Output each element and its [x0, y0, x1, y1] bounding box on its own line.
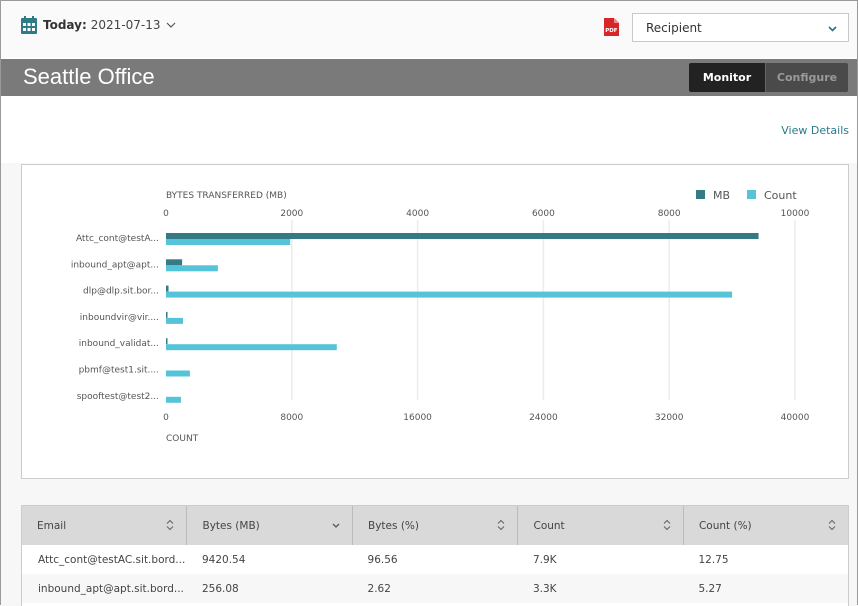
- sort-icon: [498, 519, 505, 531]
- bottom-axis-tick-label: 16000: [403, 413, 432, 423]
- sort-icon: [167, 519, 174, 531]
- column-header-label: Count: [533, 519, 565, 532]
- tab-configure[interactable]: Configure: [765, 63, 848, 92]
- tab-monitor[interactable]: Monitor: [689, 63, 765, 92]
- table-row[interactable]: Attc_cont@testAC.sit.bord... 9420.54 96.56…: [22, 545, 848, 574]
- main-content: View Details 0 2000 4000 6000 8000 10000 0 8000…: [1, 96, 857, 606]
- legend-swatch-mb: [696, 190, 705, 199]
- column-header-label: Bytes (%): [368, 519, 419, 532]
- column-header[interactable]: Count (%): [683, 506, 848, 545]
- category-label: inboundvir@vir....: [80, 313, 159, 323]
- table-cell: Attc_cont@testAC.sit.bord...: [38, 553, 186, 566]
- table-header-row: Email Bytes (MB) Bytes (%) Count Count (%): [22, 506, 848, 545]
- table-cell: 9420.54: [201, 553, 246, 566]
- bottom-axis-tick-label: 40000: [781, 413, 810, 423]
- column-header[interactable]: Count: [517, 506, 684, 545]
- top-axis-tick-label: 6000: [532, 209, 555, 219]
- table-cell: 256.08: [186, 574, 353, 603]
- bottom-axis-tick-label: 0: [163, 413, 169, 423]
- page-title: Seattle Office: [23, 64, 155, 89]
- bar-count: [166, 344, 337, 351]
- bottom-axis-title: COUNT: [166, 434, 199, 444]
- top-axis-title: BYTES TRANSFERRED (MB): [166, 191, 287, 201]
- chart-card: 0 2000 4000 6000 8000 10000 0 8000 16000 24000 320…: [21, 164, 849, 479]
- column-header[interactable]: Email: [22, 506, 188, 545]
- bar-count: [166, 239, 291, 245]
- report-type-value: Recipient: [646, 20, 702, 35]
- bar-mb: [166, 338, 168, 345]
- pdf-icon[interactable]: PDF: [604, 18, 619, 36]
- legend-label-count: Count: [764, 189, 797, 202]
- date-label: Today:: [43, 18, 87, 32]
- mode-toggle: Monitor Configure: [689, 63, 848, 92]
- bottom-axis-tick-label: 8000: [280, 413, 303, 423]
- svg-text:PDF: PDF: [605, 28, 618, 34]
- table-cell: 5.27: [683, 574, 848, 603]
- category-label: dlp@dlp.sit.bor...: [83, 287, 159, 297]
- bar-mb: [166, 285, 169, 292]
- top-axis-tick-label: 10000: [781, 209, 810, 219]
- date-picker[interactable]: Today: 2021-07-13: [21, 16, 176, 34]
- sort-descending-icon: [332, 523, 340, 528]
- bottom-axis-tick-label: 32000: [655, 413, 684, 423]
- view-details-link[interactable]: View Details: [781, 124, 849, 137]
- top-axis-tick-label: 8000: [658, 209, 681, 219]
- top-toolbar: Today: 2021-07-13 PDF Recipient: [1, 1, 857, 58]
- table-cell: 3.3K: [517, 574, 684, 603]
- category-label: Attc_cont@testA...: [76, 234, 159, 244]
- sort-icon: [828, 519, 836, 531]
- table-cell: 2.62: [352, 574, 518, 603]
- top-axis-tick-label: 2000: [280, 209, 303, 219]
- bar-count: [166, 291, 733, 298]
- page-header: Seattle Office Monitor Configure: [1, 59, 857, 96]
- bar-chart: 0 2000 4000 6000 8000 10000 0 8000 16000 24000 320…: [71, 189, 810, 444]
- category-label: pbmf@test1.sit....: [79, 366, 159, 376]
- bar-count: [166, 265, 218, 272]
- category-label: inbound_apt@apt...: [71, 260, 159, 270]
- top-axis-tick-label: 4000: [406, 209, 429, 219]
- bottom-axis-tick-label: 24000: [529, 413, 558, 423]
- bar-count: [166, 396, 181, 403]
- category-label: inbound_validat...: [79, 339, 159, 349]
- table-body: Attc_cont@testAC.sit.bord... 9420.54 96.56…: [22, 545, 848, 603]
- bar-count: [166, 370, 190, 377]
- column-header-label: Count (%): [698, 519, 752, 532]
- table-cell: 7.9K: [532, 553, 557, 566]
- bar-count: [166, 317, 183, 324]
- column-header[interactable]: Bytes (MB): [186, 506, 354, 545]
- date-value: 2021-07-13: [90, 18, 161, 32]
- legend-label-mb: MB: [713, 189, 730, 202]
- top-axis-tick-label: 0: [163, 209, 169, 219]
- category-label: spooftest@test2...: [77, 392, 159, 402]
- bar-mb: [166, 311, 168, 318]
- table-row[interactable]: inbound_apt@apt.sit.bord... 256.08 2.62 3.3…: [22, 574, 848, 603]
- chevron-down-icon: [166, 22, 175, 28]
- sort-icon: [663, 519, 671, 531]
- report-type-select[interactable]: Recipient: [632, 13, 849, 42]
- column-header-label: Email: [37, 519, 67, 532]
- table-cell: 96.56: [367, 553, 398, 566]
- legend-swatch-count: [747, 190, 756, 199]
- table-cell: inbound_apt@apt.sit.bord...: [22, 574, 187, 603]
- bar-mb: [166, 233, 759, 239]
- bar-mb: [166, 259, 183, 266]
- chevron-down-icon: [828, 26, 837, 32]
- column-header-label: Bytes (MB): [202, 519, 260, 532]
- data-table: Email Bytes (MB) Bytes (%) Count Count (%) A…: [22, 506, 848, 603]
- calendar-icon: [21, 16, 37, 34]
- data-table-card: Email Bytes (MB) Bytes (%) Count Count (%) A…: [21, 505, 849, 606]
- table-cell: 12.75: [698, 553, 729, 566]
- column-header[interactable]: Bytes (%): [352, 506, 519, 545]
